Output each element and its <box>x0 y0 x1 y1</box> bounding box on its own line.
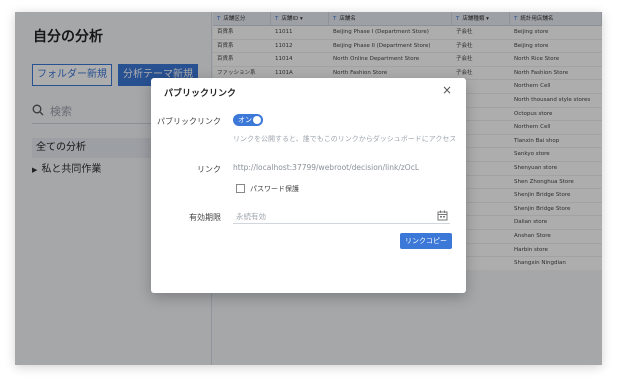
expire-value: 永続有効 <box>236 212 266 221</box>
password-label: パスワード保護 <box>250 185 299 193</box>
password-checkbox[interactable] <box>236 184 245 193</box>
link-url: http://localhost:37799/webroot/decision/… <box>233 163 420 172</box>
close-icon[interactable]: × <box>442 83 452 97</box>
dialog-title: パブリックリンク <box>164 89 237 99</box>
expire-date-field[interactable]: 永続有効 <box>233 208 450 224</box>
copy-link-button[interactable]: リンクコピー <box>400 233 452 249</box>
public-link-dialog: パブリックリンク × パブリックリンク オン リンクを公開すると、誰でもこのリン… <box>151 78 466 293</box>
public-link-hint: リンクを公開すると、誰でもこのリンクからダッシュボードにアクセスで… <box>233 135 455 143</box>
expire-label: 有効期限 <box>189 213 221 222</box>
link-label: リンク <box>197 165 221 174</box>
public-link-toggle[interactable]: オン <box>233 114 263 126</box>
calendar-icon[interactable] <box>437 210 448 221</box>
toggle-knob <box>253 116 261 124</box>
public-link-label: パブリックリンク <box>157 117 221 126</box>
